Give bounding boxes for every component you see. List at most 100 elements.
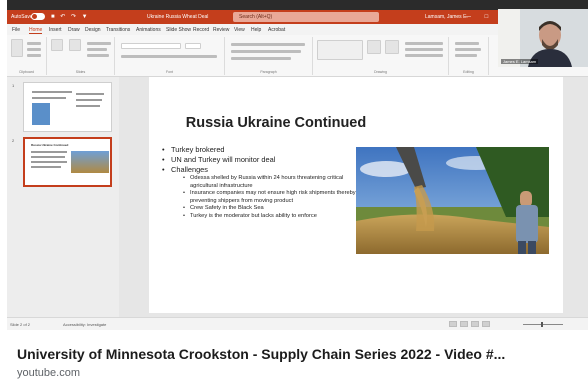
select-button[interactable]	[455, 54, 477, 57]
ribbon-group-slides: Slides	[47, 37, 115, 75]
video-title[interactable]: University of Minnesota Crookston - Supp…	[17, 346, 505, 362]
tab-draw[interactable]: Draw	[68, 27, 80, 33]
slide-title[interactable]: Russia Ukraine Continued	[169, 115, 383, 131]
thumb-text-line	[31, 166, 61, 168]
slide-thumbnail-pane[interactable]: 1 2 Russia Ukraine Continued	[7, 77, 119, 317]
document-title: Ukraine Russia Wheat Deal	[147, 14, 209, 20]
text-direction-buttons[interactable]	[231, 57, 291, 60]
group-label-drawing: Drawing	[374, 70, 387, 74]
tab-acrobat[interactable]: Acrobat	[268, 27, 285, 33]
slide-body-text[interactable]: Turkey brokered UN and Turkey will monit…	[161, 145, 361, 221]
replace-button[interactable]	[455, 48, 481, 51]
shape-effects-button[interactable]	[405, 54, 443, 57]
copy-button[interactable]	[27, 48, 41, 51]
thumb-text-line	[32, 91, 72, 93]
thumb-title: Russia Ukraine Continued	[31, 143, 69, 147]
shape-outline-button[interactable]	[405, 48, 443, 51]
thumb-photo	[71, 151, 109, 173]
reuse-slides-button[interactable]	[69, 39, 81, 51]
sub-bullet-item: Turkey is the moderator but lacks abilit…	[161, 213, 366, 221]
user-name[interactable]: Lamsam, James E.	[425, 14, 468, 20]
quick-access-toolbar[interactable]: ■ ↶ ↷ ▼	[51, 13, 90, 20]
group-label-font: Font	[165, 70, 173, 74]
new-slide-button[interactable]	[51, 39, 63, 51]
view-buttons[interactable]	[449, 321, 493, 328]
ribbon-group-clipboard: Clipboard	[7, 37, 47, 75]
search-box[interactable]: Search (Alt+Q)	[233, 12, 379, 22]
tab-review[interactable]: Review	[213, 27, 229, 33]
tab-record[interactable]: Record	[193, 27, 209, 33]
tab-view[interactable]: View	[234, 27, 245, 33]
font-format-buttons[interactable]	[121, 55, 217, 58]
format-painter-button[interactable]	[27, 54, 41, 57]
tab-slide-show[interactable]: Slide Show	[166, 27, 191, 33]
font-size-select[interactable]	[185, 43, 201, 49]
shapes-gallery[interactable]	[317, 40, 363, 60]
bullet-item: Turkey brokered	[161, 145, 361, 155]
thumb-text-line	[76, 105, 100, 107]
shape-fill-button[interactable]	[405, 42, 443, 45]
autosave-toggle[interactable]	[31, 13, 45, 20]
group-label-paragraph: Paragraph	[260, 70, 277, 74]
tab-transitions[interactable]: Transitions	[106, 27, 130, 33]
thumbnail-number-2: 2	[12, 138, 15, 143]
paste-button[interactable]	[11, 39, 23, 57]
thumb-text-line	[31, 151, 67, 153]
alignment-buttons[interactable]	[231, 50, 301, 53]
zoom-slider[interactable]	[523, 322, 563, 327]
slide-thumbnail-1[interactable]	[23, 82, 112, 132]
group-label-editing: Editing	[463, 70, 474, 74]
list-buttons[interactable]	[231, 43, 305, 46]
cut-button[interactable]	[27, 42, 41, 45]
normal-view-icon[interactable]	[449, 321, 457, 327]
ribbon-group-font: Font	[115, 37, 225, 75]
quick-styles-button[interactable]	[385, 40, 399, 54]
sub-bullet-item: Insurance companies may not ensure high …	[161, 190, 366, 205]
slide-editor: 1 2 Russia Ukraine Continued Russia Ukra…	[7, 77, 588, 317]
arrange-button[interactable]	[367, 40, 381, 54]
thumb-text-line	[31, 156, 65, 158]
slide-sorter-icon[interactable]	[460, 321, 468, 327]
font-name-select[interactable]	[121, 43, 181, 49]
tab-insert[interactable]: Insert	[49, 27, 62, 33]
section-button[interactable]	[87, 54, 109, 57]
tab-help[interactable]: Help	[251, 27, 261, 33]
reset-button[interactable]	[87, 48, 107, 51]
tab-animations[interactable]: Animations	[136, 27, 161, 33]
video-source[interactable]: youtube.com	[17, 367, 80, 379]
sub-bullet-item: Crew Safety in the Black Sea	[161, 205, 366, 213]
sub-bullet-item: Odessa shelled by Russia within 24 hours…	[161, 175, 366, 190]
slide-canvas[interactable]: Russia Ukraine Continued Turkey brokered…	[149, 77, 563, 313]
thumb-text-line	[76, 93, 104, 95]
thumb-chart	[32, 103, 50, 125]
slide-thumbnail-2[interactable]: Russia Ukraine Continued	[23, 137, 112, 187]
ribbon-group-drawing: Drawing	[313, 37, 449, 75]
presenter-name: James E. Lamsam	[501, 59, 539, 64]
thumbnail-number-1: 1	[12, 83, 15, 88]
layout-button[interactable]	[87, 42, 111, 45]
slide-indicator: Slide 2 of 2	[10, 322, 31, 327]
photo-illustration	[356, 147, 549, 254]
find-button[interactable]	[455, 42, 479, 45]
link-preview-card[interactable]: AutoSave ■ ↶ ↷ ▼ Ukraine Russia Wheat De…	[0, 0, 588, 392]
group-label-slides: Slides	[75, 70, 86, 74]
thumb-text-line	[76, 99, 102, 101]
autosave-label: AutoSave	[11, 14, 33, 20]
bullet-item: Challenges	[161, 165, 361, 175]
ribbon-group-editing: Editing	[449, 37, 489, 75]
accessibility-status[interactable]: Accessibility: Investigate	[63, 322, 106, 327]
tab-design[interactable]: Design	[85, 27, 101, 33]
thumb-text-line	[32, 97, 66, 99]
video-frame[interactable]: AutoSave ■ ↶ ↷ ▼ Ukraine Russia Wheat De…	[7, 0, 588, 330]
tab-file[interactable]: File	[12, 27, 20, 33]
thumb-text-line	[31, 161, 67, 163]
group-label-clipboard: Clipboard	[19, 70, 34, 74]
slide-show-icon[interactable]	[482, 321, 490, 327]
tab-home[interactable]: Home	[29, 27, 43, 34]
bullet-item: UN and Turkey will monitor deal	[161, 155, 361, 165]
reading-view-icon[interactable]	[471, 321, 479, 327]
ribbon-group-paragraph: Paragraph	[225, 37, 313, 75]
status-bar: Slide 2 of 2 Accessibility: Investigate	[7, 317, 588, 330]
webcam-overlay: James E. Lamsam	[498, 9, 588, 67]
grain-harvest-photo[interactable]	[356, 147, 549, 254]
